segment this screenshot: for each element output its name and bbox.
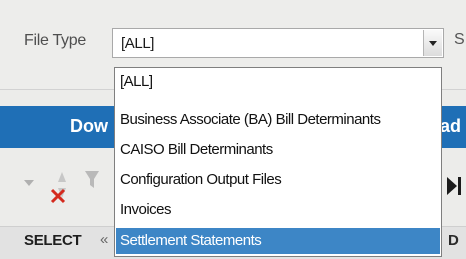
clear-sort-icon[interactable] [48,166,78,206]
dropdown-option[interactable]: Business Associate (BA) Bill Determinant… [116,107,440,133]
column-header-d[interactable]: D [448,232,459,249]
download-banner-text: Dow [70,116,108,136]
dropdown-option[interactable]: CAISO Bill Determinants [116,137,440,163]
dropdown-option[interactable]: Invoices [116,197,440,223]
file-type-dropdown-list: [ALL] Business Associate (BA) Bill Deter… [114,67,442,257]
dropdown-option[interactable]: Configuration Output Files [116,167,440,193]
file-type-select[interactable]: [ALL] [112,28,444,58]
file-type-select-value: [ALL] [121,35,155,52]
file-type-label: File Type [24,32,86,49]
download-banner-text-right: ad [440,116,462,136]
collapse-icon[interactable] [24,180,34,186]
dropdown-option-selected[interactable]: Settlement Statements [116,228,440,254]
chevron-down-icon[interactable] [423,30,442,56]
dropdown-option[interactable]: [ALL] [116,69,440,95]
next-filter-label: S [454,31,465,48]
last-page-icon[interactable] [446,175,462,197]
select-column-header[interactable]: SELECT [24,232,82,249]
filter-icon[interactable] [84,170,100,190]
collapse-columns-button[interactable]: « [100,231,108,248]
